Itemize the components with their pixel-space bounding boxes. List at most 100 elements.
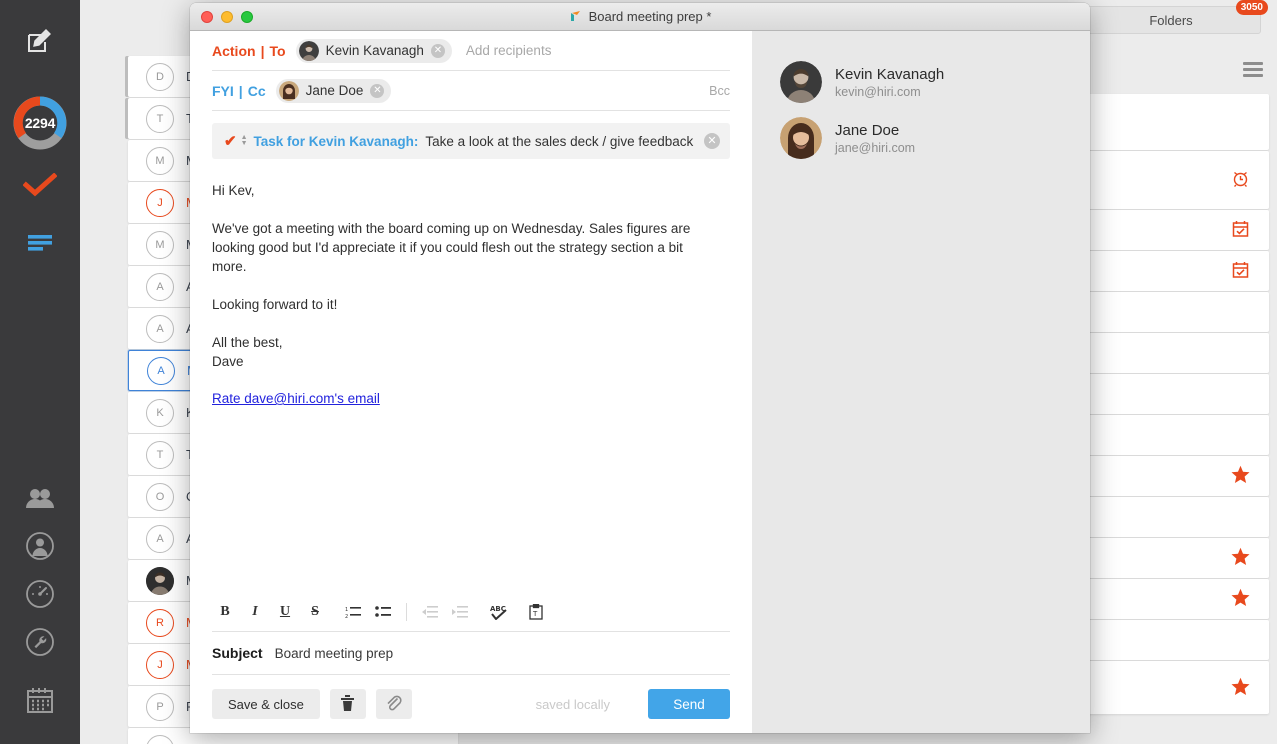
paperclip-icon xyxy=(385,694,402,714)
task-reorder-icon[interactable]: ▲ ▼ xyxy=(241,134,248,147)
svg-text:2: 2 xyxy=(345,614,348,619)
avatar: T xyxy=(146,104,174,133)
format-toolbar[interactable]: B I U S 12 ABC T xyxy=(190,593,752,631)
star-icon[interactable] xyxy=(1229,677,1251,699)
save-status: saved locally xyxy=(535,696,610,712)
task-bar[interactable]: ✔ ▲ ▼ Task for Kevin Kavanagh: Take a loo… xyxy=(212,123,730,159)
avatar: T xyxy=(146,440,174,469)
svg-text:T: T xyxy=(532,610,538,618)
compose-icon[interactable] xyxy=(20,21,60,61)
task-calendar-icon[interactable] xyxy=(1229,261,1251,281)
star-icon[interactable] xyxy=(1229,547,1251,569)
avatar: A xyxy=(147,356,175,385)
tasks-icon[interactable] xyxy=(20,165,60,205)
contact-name: Kevin Kavanagh xyxy=(835,65,945,83)
field-separator: | xyxy=(260,42,265,59)
attach-button[interactable] xyxy=(375,689,412,719)
calendar-icon[interactable] xyxy=(20,680,60,720)
contact-email: jane@hiri.com xyxy=(835,140,916,155)
star-icon[interactable] xyxy=(1229,588,1251,610)
task-check-icon[interactable]: ✔ xyxy=(224,132,237,150)
italic-icon[interactable]: I xyxy=(242,599,268,625)
body-signoff: All the best, Dave xyxy=(212,333,712,371)
cc-label[interactable]: Cc xyxy=(248,83,266,99)
trash-icon xyxy=(341,694,355,714)
skim-icon[interactable] xyxy=(20,223,60,263)
avatar: M xyxy=(146,230,174,259)
hamburger-icon[interactable] xyxy=(1243,62,1263,80)
maximize-button[interactable] xyxy=(241,10,253,23)
send-button[interactable]: Send xyxy=(648,689,730,719)
tab-folders[interactable]: Folders 3050 xyxy=(1081,0,1268,34)
remove-recipient-icon[interactable]: ✕ xyxy=(430,43,445,58)
email-counter[interactable]: 2294 xyxy=(12,95,68,151)
numbered-list-icon[interactable]: 12 xyxy=(340,599,366,625)
cc-field-row[interactable]: FYI | Cc Jane Doe ✕ Bcc xyxy=(212,71,730,111)
paste-as-text-icon[interactable]: T xyxy=(523,599,549,625)
rate-email-link[interactable]: Rate dave@hiri.com's email xyxy=(212,391,380,406)
subject-row[interactable]: Subject Board meeting prep xyxy=(212,631,730,675)
contact-item[interactable]: Kevin Kavanagh kevin@hiri.com xyxy=(780,61,1090,103)
avatar: A xyxy=(146,272,174,301)
tab-folders-label: Folders xyxy=(1149,12,1193,28)
remove-recipient-icon[interactable]: ✕ xyxy=(370,83,385,98)
email-counter-value: 2294 xyxy=(24,115,56,131)
subject-label: Subject xyxy=(212,645,263,661)
recipient-chip-cc-label: Jane Doe xyxy=(305,83,364,98)
bcc-button[interactable]: Bcc xyxy=(709,84,730,98)
message-body[interactable]: Hi Kev, We've got a meeting with the boa… xyxy=(190,159,752,593)
avatar: D xyxy=(146,62,174,91)
to-field-row[interactable]: Action | To Kevin Kavanagh ✕ Add recipie… xyxy=(212,31,730,71)
bulleted-list-icon[interactable] xyxy=(370,599,396,625)
kevin-avatar xyxy=(298,40,319,61)
avatar: A xyxy=(146,314,174,343)
toolbar-divider xyxy=(406,603,407,621)
alarm-clock-icon[interactable] xyxy=(1229,170,1251,190)
star-icon[interactable] xyxy=(1229,465,1251,487)
spellcheck-icon[interactable]: ABC xyxy=(487,599,513,625)
recipient-chip-to[interactable]: Kevin Kavanagh ✕ xyxy=(295,38,452,63)
contact-item[interactable]: Jane Doe jane@hiri.com xyxy=(780,117,1090,159)
window-title-text: Board meeting prep * xyxy=(588,9,712,24)
decrease-indent-icon[interactable] xyxy=(417,599,443,625)
task-calendar-icon[interactable] xyxy=(1229,220,1251,240)
task-owner-label: Task for Kevin Kavanagh: xyxy=(253,133,419,149)
window-title: Board meeting prep * xyxy=(190,9,1090,24)
avatar: A xyxy=(146,524,174,553)
contacts-pane: Kevin Kavanagh kevin@hiri.com Jane Doe j… xyxy=(752,31,1090,733)
task-text[interactable]: Take a look at the sales deck / give fee… xyxy=(425,134,693,149)
avatar: P xyxy=(146,692,174,721)
compose-footer: Save & close saved locally Send xyxy=(190,675,752,733)
subject-input[interactable]: Board meeting prep xyxy=(275,646,394,661)
avatar: K xyxy=(146,398,174,427)
fyi-label[interactable]: FYI xyxy=(212,83,234,99)
dashboard-icon[interactable] xyxy=(20,574,60,614)
contacts-icon[interactable] xyxy=(20,478,60,518)
close-button[interactable] xyxy=(201,10,213,23)
bold-icon[interactable]: B xyxy=(212,599,238,625)
hiri-h-icon xyxy=(569,10,583,24)
avatar xyxy=(146,566,174,595)
recipient-chip-cc[interactable]: Jane Doe ✕ xyxy=(275,78,392,103)
profile-icon[interactable] xyxy=(20,526,60,566)
strikethrough-icon[interactable]: S xyxy=(302,599,328,625)
action-label[interactable]: Action xyxy=(212,43,256,59)
underline-icon[interactable]: U xyxy=(272,599,298,625)
body-paragraph-2: Looking forward to it! xyxy=(212,297,338,312)
add-recipients-placeholder[interactable]: Add recipients xyxy=(466,43,552,58)
body-paragraph-1: We've got a meeting with the board comin… xyxy=(212,221,691,274)
kevin-avatar xyxy=(780,61,822,103)
sidebar-bottom-group xyxy=(20,478,60,744)
increase-indent-icon[interactable] xyxy=(447,599,473,625)
delete-button[interactable] xyxy=(329,689,366,719)
contact-name: Jane Doe xyxy=(835,121,900,139)
window-titlebar[interactable]: Board meeting prep * xyxy=(190,3,1090,31)
minimize-button[interactable] xyxy=(221,10,233,23)
body-signoff-line1: All the best, xyxy=(212,335,283,350)
settings-icon[interactable] xyxy=(20,622,60,662)
save-close-button[interactable]: Save & close xyxy=(212,689,320,719)
contact-text: Kevin Kavanagh kevin@hiri.com xyxy=(835,66,944,99)
sidebar-rail: 2294 xyxy=(0,0,80,744)
remove-task-icon[interactable]: ✕ xyxy=(704,133,720,149)
to-label[interactable]: To xyxy=(269,43,285,59)
